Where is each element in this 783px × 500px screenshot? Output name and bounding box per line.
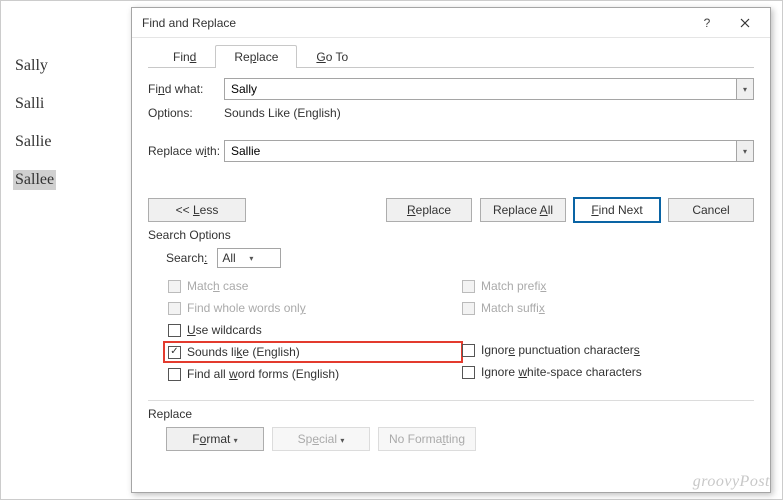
ignore-whitespace-checkbox[interactable]: Ignore white-space characters [460,364,754,380]
chevron-down-icon: ▾ [743,85,747,94]
cancel-button[interactable]: Cancel [668,198,754,222]
dialog-tabs: Find Replace Go To [148,44,754,68]
dialog-title: Find and Replace [142,16,688,30]
format-button[interactable]: Format ▾ [166,427,264,451]
match-prefix-checkbox: Match prefix [460,278,754,294]
ignore-punctuation-checkbox[interactable]: Ignore punctuation characters [460,342,754,358]
match-case-checkbox: Match case [166,278,460,294]
search-direction-label: Search: [166,251,207,265]
use-wildcards-checkbox[interactable]: Use wildcards [166,322,460,338]
checkbox-icon [462,302,475,315]
chevron-down-icon: ▾ [249,254,276,263]
word-forms-checkbox[interactable]: Find all word forms (English) [166,366,460,382]
document-word: Salli [13,94,128,114]
find-what-dropdown[interactable]: ▾ [736,78,754,100]
search-options-label: Search Options [148,228,754,242]
replace-with-input[interactable] [224,140,736,162]
whole-words-checkbox: Find whole words only [166,300,460,316]
replace-with-dropdown[interactable]: ▾ [736,140,754,162]
checkbox-icon [168,280,181,293]
find-replace-dialog: Find and Replace ? Find Replace Go To Fi… [131,7,771,493]
checkbox-icon [168,324,181,337]
options-value: Sounds Like (English) [224,106,754,120]
checkbox-icon [168,346,181,359]
chevron-down-icon: ▾ [743,147,747,156]
replace-button[interactable]: Replace [386,198,472,222]
find-what-label: Find what: [148,82,224,96]
sounds-like-checkbox[interactable]: Sounds like (English) [166,344,460,360]
find-what-input[interactable] [224,78,736,100]
close-icon [740,18,750,28]
replace-all-button[interactable]: Replace All [480,198,566,222]
tab-replace[interactable]: Replace [215,45,297,68]
close-button[interactable] [726,9,764,37]
tab-find[interactable]: Find [154,45,215,68]
tab-goto[interactable]: Go To [297,45,367,68]
checkbox-icon [462,366,475,379]
checkbox-icon [462,344,475,357]
document-word-selected: Sallee [13,170,56,190]
no-formatting-button: No Formatting [378,427,476,451]
special-button: Special ▾ [272,427,370,451]
match-suffix-checkbox: Match suffix [460,300,754,316]
help-button[interactable]: ? [688,9,726,37]
dialog-titlebar: Find and Replace ? [132,8,770,38]
checkbox-icon [462,280,475,293]
less-button[interactable]: << Less [148,198,246,222]
document-area: Sally Salli Sallie Sallee [13,56,128,208]
replace-with-label: Replace with: [148,144,224,158]
replace-section-label: Replace [148,407,754,421]
search-direction-select[interactable]: All ▾ [217,248,281,268]
options-label: Options: [148,106,224,120]
document-word: Sally [13,56,128,76]
document-word: Sallie [13,132,128,152]
checkbox-icon [168,302,181,315]
divider [148,400,754,401]
checkbox-icon [168,368,181,381]
find-next-button[interactable]: Find Next [574,198,660,222]
